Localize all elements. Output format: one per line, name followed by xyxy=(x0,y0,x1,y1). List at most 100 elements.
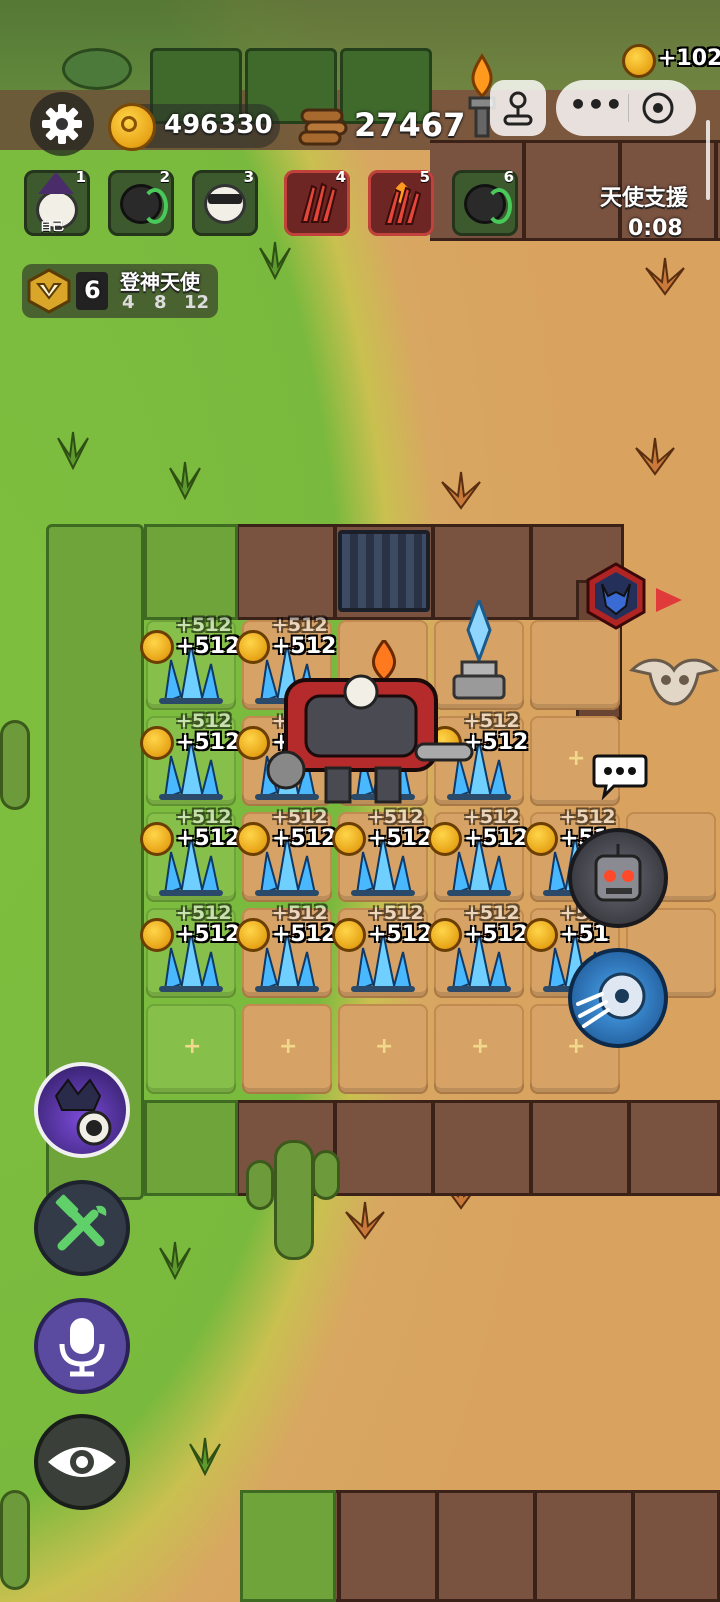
settings-button[interactable] xyxy=(30,92,94,156)
board-tile[interactable]: +512+512 xyxy=(140,902,240,998)
sheep-wolf-portrait-icon xyxy=(54,1078,112,1146)
hero-portrait-button[interactable] xyxy=(34,1062,130,1158)
spectate-button[interactable] xyxy=(34,1414,130,1510)
gold-coin-icon xyxy=(622,44,656,78)
synergy-name: 登神天使 xyxy=(120,270,200,294)
board-tile[interactable]: + xyxy=(338,1004,428,1094)
board-tile[interactable]: + xyxy=(242,1004,332,1094)
direction-arrow-icon xyxy=(656,588,682,612)
green-ring-icon xyxy=(486,188,512,224)
gold-gain-label: +512 xyxy=(272,902,328,924)
chainsaw-mech-hero[interactable] xyxy=(266,637,476,810)
chat-button[interactable] xyxy=(592,752,648,801)
board-tile[interactable]: + xyxy=(146,1004,236,1094)
chainsaw-mech-icon xyxy=(266,637,474,804)
scrollbar[interactable] xyxy=(706,120,710,200)
target-close-icon xyxy=(642,92,674,124)
synergy-tier-3: 12 xyxy=(184,292,210,313)
player-number: 2 xyxy=(159,168,170,186)
close-mini-program-button[interactable] xyxy=(636,86,680,130)
board-tile[interactable]: +512+512 xyxy=(236,806,336,902)
player-slot-5[interactable]: 5 xyxy=(368,168,434,236)
wolf-icon xyxy=(586,562,646,630)
mask-icon xyxy=(208,194,242,204)
build-tools-button[interactable] xyxy=(34,1180,130,1276)
player-slot-3[interactable]: 3 xyxy=(192,168,258,236)
event-title: 天使支援 xyxy=(600,186,689,211)
gold-gain-label: +512 xyxy=(464,922,529,947)
board-tile[interactable]: +512+512 xyxy=(428,902,528,998)
gold-coin-icon xyxy=(140,726,174,760)
grass-tuft-decoration xyxy=(189,1437,221,1476)
gold-coin-icon xyxy=(332,822,366,856)
board-wall-top xyxy=(236,524,624,620)
gold-gain-label: +512 xyxy=(176,634,241,659)
grass-tuft-decoration xyxy=(159,1241,191,1280)
gold-coin-icon xyxy=(428,918,462,952)
gold-coin-icon xyxy=(108,103,156,151)
iron-gate[interactable] xyxy=(338,530,430,612)
saw-blade-skill-button[interactable] xyxy=(568,948,668,1048)
game-scene: 496330 27467 ••• +102 1 自己 2 3 4 5 6 天使支… xyxy=(0,0,720,1602)
synergy-tier-1: 4 xyxy=(122,292,135,313)
dry-grass-decoration xyxy=(345,1201,385,1240)
gold-gain-label: +512 xyxy=(176,710,232,732)
dry-grass-decoration xyxy=(441,471,481,510)
board-tile[interactable]: +512+512 xyxy=(140,710,240,806)
gold-coin-icon xyxy=(140,822,174,856)
synergy-badge[interactable]: 6 登神天使 4 8 12 xyxy=(22,264,218,318)
voice-chat-button[interactable] xyxy=(34,1298,130,1394)
gold-coin-icon xyxy=(236,822,270,856)
gold-gain-label: +512 xyxy=(272,826,337,851)
gold-gain-label: +512 xyxy=(176,806,232,828)
wolf-enemy-marker[interactable] xyxy=(582,562,650,630)
player-slot-2[interactable]: 2 xyxy=(108,168,174,236)
joystick-icon xyxy=(503,91,533,126)
saw-blade-icon xyxy=(576,972,646,1028)
board-tile[interactable]: +512+512 xyxy=(140,806,240,902)
capsule-divider xyxy=(628,94,629,122)
gold-gain-label: +512 xyxy=(464,826,529,851)
more-dots-icon: ••• xyxy=(569,88,623,121)
more-options-button[interactable]: ••• xyxy=(566,80,626,136)
robot-skill-button[interactable] xyxy=(568,828,668,928)
board-tile[interactable]: + xyxy=(434,1004,524,1094)
pipe-valve xyxy=(62,48,132,90)
cow-skull-decoration xyxy=(628,650,720,706)
grass-tuft-decoration xyxy=(57,431,89,470)
cactus-decoration xyxy=(274,1140,314,1260)
event-timer: 0:08 xyxy=(628,216,683,241)
gold-coin-icon xyxy=(524,918,558,952)
grass-tuft-decoration xyxy=(259,241,291,280)
board-tile[interactable] xyxy=(530,620,620,710)
dry-grass-decoration xyxy=(635,437,675,476)
board-tile[interactable]: +512+512 xyxy=(236,902,336,998)
board-tile[interactable]: +512+512 xyxy=(140,614,240,710)
gold-gain-label: +512 xyxy=(176,922,241,947)
joystick-button[interactable] xyxy=(490,80,546,136)
gold-gain-label: +512 xyxy=(272,922,337,947)
board-tile[interactable]: +512+512 xyxy=(332,902,432,998)
player-slot-6[interactable]: 6 xyxy=(452,168,518,236)
gold-gain-label: +512 xyxy=(176,902,232,924)
cactus-decoration xyxy=(0,720,30,810)
robot-head-icon xyxy=(594,844,642,902)
gold-coin-icon xyxy=(332,918,366,952)
cactus-decoration xyxy=(246,1160,274,1210)
empty-slot-plus-icon: + xyxy=(183,1034,202,1059)
board-wall-bottom-left xyxy=(144,1100,238,1196)
player-slot-1[interactable]: 1 自己 xyxy=(24,168,90,236)
empty-slot-plus-icon: + xyxy=(279,1034,298,1059)
board-tile[interactable]: +512+512 xyxy=(332,806,432,902)
gold-gain-label: +102 xyxy=(658,46,720,71)
gear-icon xyxy=(42,104,82,144)
gold-gain-label: +512 xyxy=(368,902,424,924)
gold-coin-icon xyxy=(236,630,270,664)
bottom-wall-strip-left xyxy=(240,1490,336,1602)
gold-gain-label: +512 xyxy=(560,806,616,828)
player-slot-4[interactable]: 4 xyxy=(284,168,350,236)
player-number: 3 xyxy=(243,168,254,186)
wizard-hat-icon xyxy=(38,172,74,194)
gold-gain-label: +512 xyxy=(176,614,232,636)
board-tile[interactable]: +512+512 xyxy=(428,806,528,902)
